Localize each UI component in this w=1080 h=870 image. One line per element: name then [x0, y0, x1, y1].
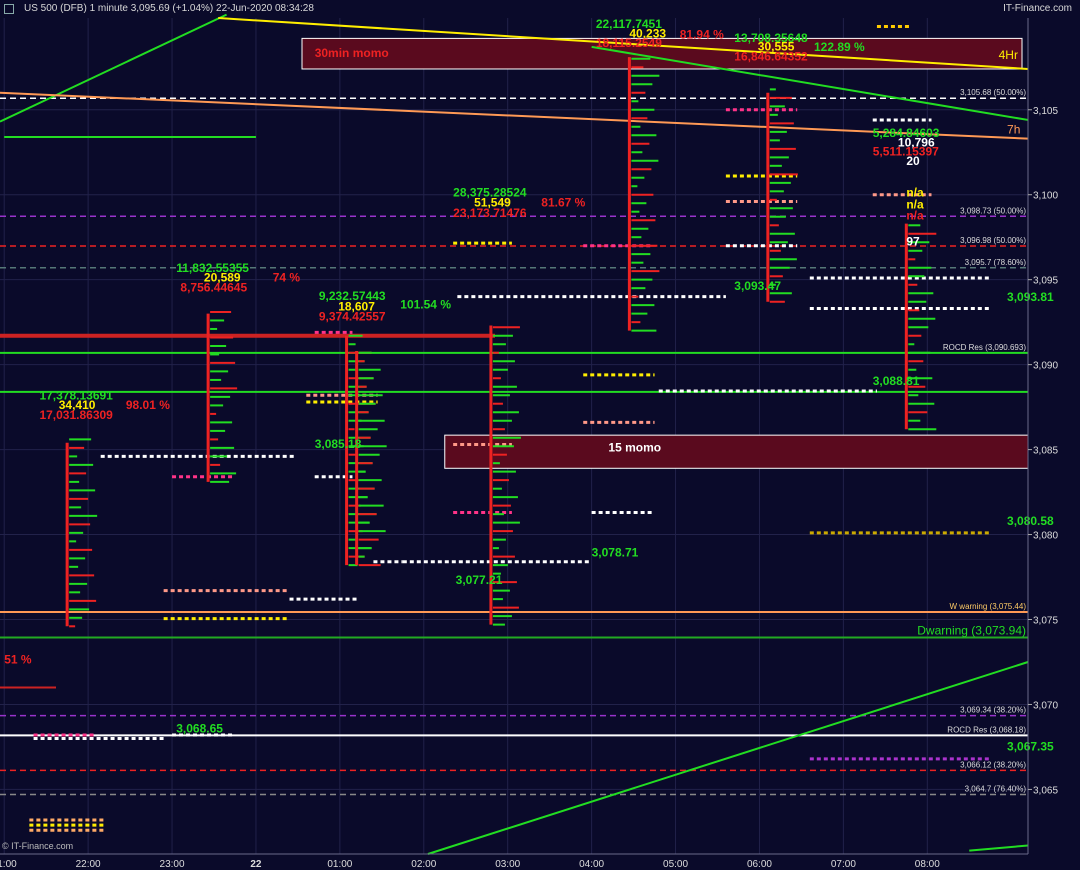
annotation-label: 20: [906, 154, 920, 168]
annotation-label: 3,093.47: [734, 279, 781, 293]
annotation-label: 3,093.81: [1007, 290, 1054, 304]
y-tick-label: 3,075: [1033, 616, 1058, 627]
x-tick-label: 03:00: [495, 859, 520, 870]
annotation-label: 17,031.86309: [39, 408, 113, 422]
zone-15-momo: [444, 434, 1029, 469]
y-tick-label: 3,080: [1033, 531, 1058, 542]
x-tick-label: 06:00: [747, 859, 772, 870]
x-tick-label: 04:00: [579, 859, 604, 870]
annotation-label: 97: [906, 235, 920, 249]
y-tick-label: 3,090: [1033, 361, 1058, 372]
y-axis: 3,065 3,070 3,075 3,080 3,085 3,090 3,095 3,100…: [1028, 106, 1058, 796]
x-tick-label: 21:00: [0, 859, 17, 870]
annotation-label: 8,756.44645: [180, 281, 247, 295]
level-label: 3,069.34 (38.20%): [960, 706, 1026, 715]
level-label: Dwarning (3,073.94): [917, 624, 1026, 638]
level-label: 3,066.12 (38.20%): [960, 760, 1026, 769]
annotation-label: 23,173.71476: [453, 206, 527, 220]
x-tick-label: 08:00: [915, 859, 940, 870]
annotation-label: 98.01 %: [126, 398, 170, 412]
y-tick-label: 3,070: [1033, 700, 1058, 711]
annotation-label: 3,080.58: [1007, 514, 1054, 528]
level-label: 3,064.7 (76.40%): [965, 785, 1027, 794]
annotation-label: n/a: [906, 208, 924, 222]
zone-label: 7h: [1007, 123, 1020, 137]
annotation-label: 16,846.64352: [734, 49, 808, 63]
level-label: 3,105.68 (50.00%): [960, 88, 1026, 97]
y-tick-label: 3,100: [1033, 191, 1058, 202]
zone-label: 15 momo: [608, 440, 661, 454]
annotation-label: 74 %: [273, 270, 301, 284]
x-tick-label: 02:00: [411, 859, 436, 870]
annotation-label: 3,068.65: [176, 722, 223, 736]
annotation-label: 81.94 %: [680, 27, 724, 41]
annotation-label: 3,077.21: [456, 573, 503, 587]
annotation-label: 101.54 %: [400, 298, 451, 312]
x-tick-label: 22: [250, 859, 262, 870]
annotation-label: 3,088.81: [873, 374, 920, 388]
zone-label: 30min momo: [315, 46, 389, 60]
level-label: 3,098.73 (50.00%): [960, 206, 1026, 215]
annotation-label: 3,067.35: [1007, 739, 1054, 753]
annotation-label: 3,078.71: [592, 546, 639, 560]
level-label: ROCD Res (3,068.18): [947, 725, 1026, 734]
x-tick-label: 23:00: [160, 859, 185, 870]
level-label: 3,096.98 (50.00%): [960, 236, 1026, 245]
level-label: ROCD Res (3,090.693): [943, 343, 1026, 352]
annotation-label: 122.89 %: [814, 40, 865, 54]
annotation-label: 18,115.2549: [596, 36, 662, 50]
x-tick-label: 22:00: [76, 859, 101, 870]
x-tick-label: 07:00: [831, 859, 856, 870]
y-tick-label: 3,065: [1033, 785, 1058, 796]
copyright-text: © IT-Finance.com: [2, 841, 73, 851]
zone-4hr: [301, 37, 1023, 70]
annotation-label: 9,374.42557: [319, 309, 386, 323]
level-label: W warning (3,075.44): [950, 602, 1027, 611]
x-tick-label: 01:00: [327, 859, 352, 870]
x-tick-label: 05:00: [663, 859, 688, 870]
price-chart[interactable]: 3,105.68 (50.00%) 3,098.73 (50.00%) 3,096.…: [0, 0, 1080, 870]
annotation-label: 3,085.18: [315, 437, 362, 451]
y-tick-label: 3,105: [1033, 106, 1058, 117]
x-axis: 21:00 22:00 23:00 22 01:00 02:00 03:00 04:00 05:…: [0, 859, 940, 870]
level-label: 3,095.7 (78.60%): [965, 258, 1027, 267]
annotation-label: 51 %: [4, 653, 32, 667]
y-tick-label: 3,085: [1033, 446, 1058, 457]
zone-label: 4Hr: [999, 48, 1018, 62]
y-tick-label: 3,095: [1033, 276, 1058, 287]
annotation-label: 81.67 %: [541, 196, 585, 210]
